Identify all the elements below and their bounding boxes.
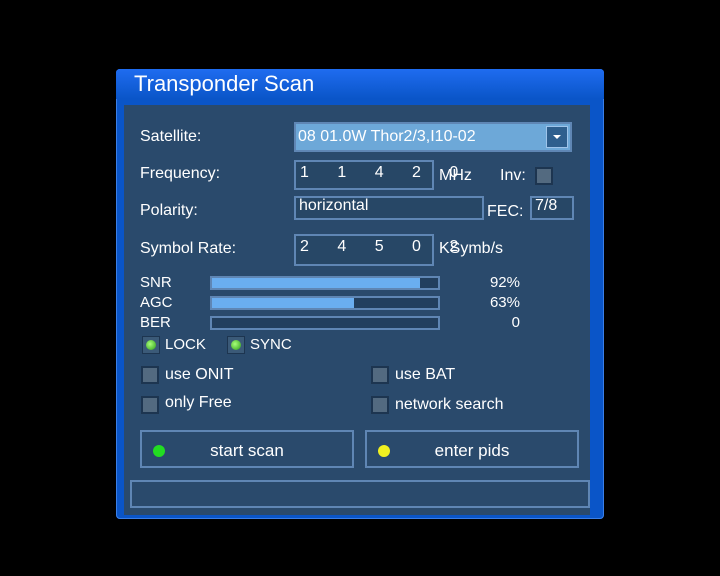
agc-label: AGC [140,294,173,311]
agc-bar-fill [212,298,355,308]
satellite-label: Satellite: [140,128,202,145]
snr-bar-fill [212,278,420,288]
window-title: Transponder Scan [134,71,315,96]
symbol-rate-unit: KSymb/s [439,240,504,257]
only-free-checkbox[interactable] [141,396,159,414]
symbol-rate-label: Symbol Rate: [140,240,237,257]
satellite-value: 08 01.0W Thor2/3,I10-02 [298,128,476,145]
polarity-select[interactable]: horizontal [294,196,484,220]
sync-indicator-icon [227,336,245,354]
lock-indicator-icon [142,336,160,354]
inversion-checkbox[interactable] [535,167,553,185]
ber-value: 0 [511,314,520,331]
agc-value: 63% [489,294,520,311]
symbol-rate-input[interactable]: 2 4 5 0 2 [294,234,458,266]
fec-value: 7/8 [535,197,558,214]
use-bat-checkbox[interactable] [371,366,389,384]
snr-bar [210,276,440,290]
snr-value: 92% [489,274,520,291]
frequency-unit: MHz [439,167,472,184]
use-bat-label: use BAT [395,366,456,383]
sync-label: SYNC [250,336,292,353]
frequency-label: Frequency: [140,165,221,182]
polarity-value: horizontal [299,197,369,214]
fec-label: FEC: [487,203,524,220]
only-free-label: only Free [165,394,232,411]
start-scan-label: start scan [210,441,284,460]
satellite-select[interactable]: 08 01.0W Thor2/3,I10-02 [294,122,572,152]
ber-label: BER [140,314,171,331]
lock-label: LOCK [165,336,206,353]
fec-select[interactable]: 7/8 [530,196,574,220]
title-bar: Transponder Scan [116,69,604,99]
enter-pids-label: enter pids [434,441,510,460]
use-onit-label: use ONIT [165,366,234,383]
use-onit-checkbox[interactable] [141,366,159,384]
inversion-label: Inv: [500,167,526,184]
enter-pids-button[interactable]: enter pids [365,430,579,468]
agc-bar [210,296,440,310]
network-search-label: network search [395,396,504,413]
snr-label: SNR [140,274,172,291]
network-search-checkbox[interactable] [371,396,389,414]
status-bar [130,480,590,508]
start-scan-button[interactable]: start scan [140,430,354,468]
frequency-input[interactable]: 1 1 4 2 0 [294,160,458,190]
chevron-down-icon[interactable] [546,126,568,148]
polarity-label: Polarity: [140,202,198,219]
ber-bar [210,316,440,330]
